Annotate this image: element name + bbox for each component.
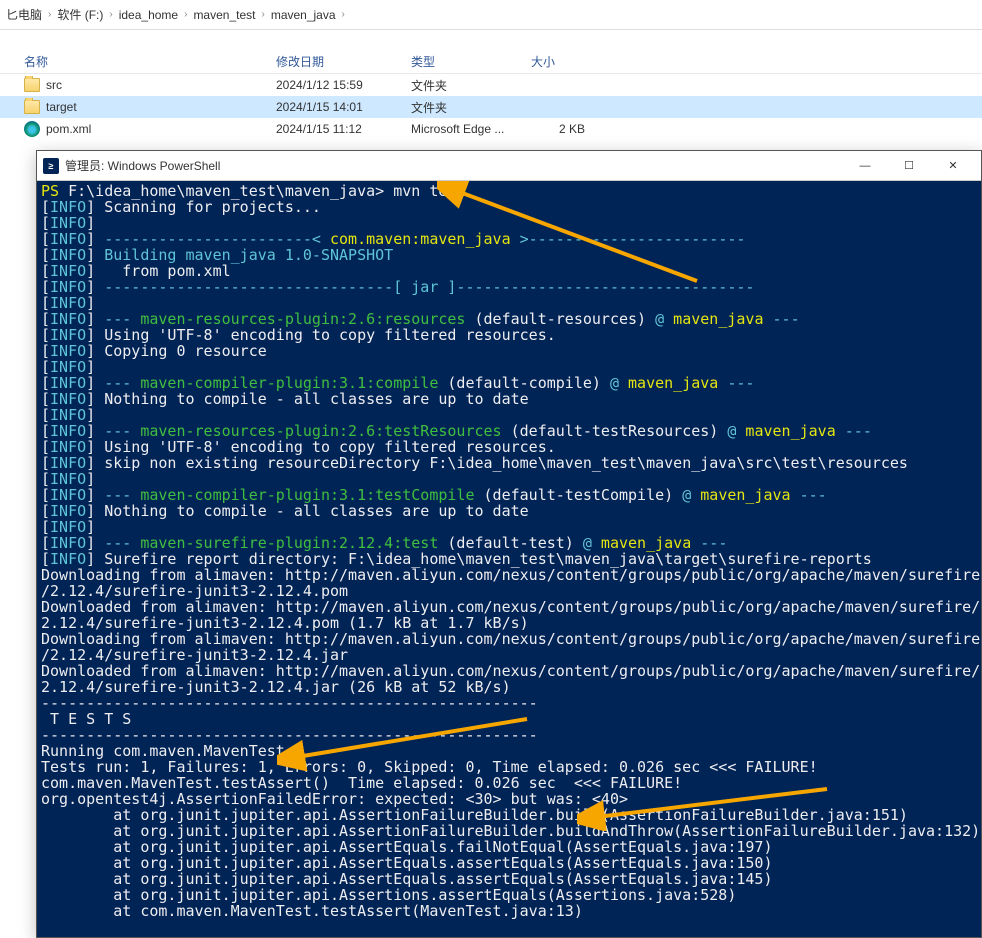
file-size (525, 83, 605, 87)
terminal-line: ----------------------------------------… (41, 727, 977, 743)
chevron-right-icon: › (182, 9, 189, 20)
file-type: 文件夹 (405, 97, 525, 118)
edge-icon (24, 121, 40, 137)
col-name[interactable]: 名称 (0, 49, 270, 74)
terminal-line: [INFO] Copying 0 resource (41, 343, 977, 359)
chevron-right-icon: › (340, 9, 347, 20)
terminal-line: [INFO] --------------------------------[… (41, 279, 977, 295)
terminal-line: [INFO] --- maven-resources-plugin:2.6:te… (41, 423, 977, 439)
terminal-line: com.maven.MavenTest.testAssert() Time el… (41, 775, 977, 791)
powershell-window: ≥ 管理员: Windows PowerShell — ☐ ✕ PS F:\id… (36, 150, 982, 938)
terminal-line: Downloading from alimaven: http://maven.… (41, 631, 977, 647)
col-size[interactable]: 大小 (525, 49, 605, 74)
terminal-line: Running com.maven.MavenTest (41, 743, 977, 759)
breadcrumb-item[interactable]: maven_test (189, 8, 259, 22)
file-type: Microsoft Edge ... (405, 120, 525, 138)
terminal-line: [INFO] Using 'UTF-8' encoding to copy fi… (41, 327, 977, 343)
terminal-line: [INFO] (41, 295, 977, 311)
terminal-line: [INFO] (41, 359, 977, 375)
terminal-line: at org.junit.jupiter.api.AssertEquals.as… (41, 855, 977, 871)
terminal-line: at org.junit.jupiter.api.AssertionFailur… (41, 823, 977, 839)
terminal-line: [INFO] -----------------------< com.mave… (41, 231, 977, 247)
terminal-line: [INFO] (41, 215, 977, 231)
col-date[interactable]: 修改日期 (270, 49, 405, 74)
terminal-line: at com.maven.MavenTest.testAssert(MavenT… (41, 903, 977, 919)
breadcrumb-item[interactable]: 匕电脑 (2, 6, 46, 23)
file-name: pom.xml (46, 122, 91, 136)
file-date: 2024/1/15 14:01 (270, 98, 405, 116)
terminal-line: /2.12.4/surefire-junit3-2.12.4.jar (41, 647, 977, 663)
minimize-button[interactable]: — (843, 152, 887, 180)
maximize-button[interactable]: ☐ (887, 152, 931, 180)
file-column-header: 名称 修改日期 类型 大小 (0, 30, 982, 74)
file-row[interactable]: target 2024/1/15 14:01文件夹 (0, 96, 982, 118)
terminal-line: ----------------------------------------… (41, 695, 977, 711)
terminal-line: at org.junit.jupiter.api.AssertionFailur… (41, 807, 977, 823)
terminal-line: [INFO] --- maven-surefire-plugin:2.12.4:… (41, 535, 977, 551)
file-size: 2 KB (525, 120, 605, 138)
chevron-right-icon: › (259, 9, 266, 20)
terminal-line: [INFO] --- maven-resources-plugin:2.6:re… (41, 311, 977, 327)
terminal-line: [INFO] Building maven_java 1.0-SNAPSHOT (41, 247, 977, 263)
breadcrumb-item[interactable]: maven_java (267, 8, 340, 22)
terminal-line: [INFO] from pom.xml (41, 263, 977, 279)
file-date: 2024/1/15 11:12 (270, 120, 405, 138)
file-list: src 2024/1/12 15:59文件夹 target 2024/1/15 14:… (0, 74, 982, 140)
terminal-line: [INFO] (41, 519, 977, 535)
terminal-line: PS F:\idea_home\maven_test\maven_java> m… (41, 183, 977, 199)
file-row[interactable]: src 2024/1/12 15:59文件夹 (0, 74, 982, 96)
terminal-line: [INFO] (41, 471, 977, 487)
file-type: 文件夹 (405, 75, 525, 96)
breadcrumb-item[interactable]: idea_home (115, 8, 182, 22)
chevron-right-icon: › (107, 9, 114, 20)
terminal-line: /2.12.4/surefire-junit3-2.12.4.pom (41, 583, 977, 599)
terminal-line: at org.junit.jupiter.api.AssertEquals.as… (41, 871, 977, 887)
terminal-line: org.opentest4j.AssertionFailedError: exp… (41, 791, 977, 807)
window-titlebar[interactable]: ≥ 管理员: Windows PowerShell — ☐ ✕ (37, 151, 981, 181)
close-button[interactable]: ✕ (931, 152, 975, 180)
file-row[interactable]: pom.xml 2024/1/15 11:12Microsoft Edge ...… (0, 118, 982, 140)
terminal-line: at org.junit.jupiter.api.AssertEquals.fa… (41, 839, 977, 855)
file-name: src (46, 78, 62, 92)
file-date: 2024/1/12 15:59 (270, 76, 405, 94)
terminal-line: [INFO] (41, 407, 977, 423)
terminal-line: [INFO] skip non existing resourceDirecto… (41, 455, 977, 471)
terminal-line: T E S T S (41, 711, 977, 727)
file-name: target (46, 100, 77, 114)
terminal-output[interactable]: PS F:\idea_home\maven_test\maven_java> m… (37, 181, 981, 937)
breadcrumb-bar: 匕电脑 › 软件 (F:) › idea_home › maven_test ›… (0, 0, 982, 30)
folder-icon (24, 100, 40, 114)
powershell-icon: ≥ (43, 158, 59, 174)
terminal-line: at org.junit.jupiter.api.Assertions.asse… (41, 887, 977, 903)
col-type[interactable]: 类型 (405, 49, 525, 74)
terminal-line: [INFO] Surefire report directory: F:\ide… (41, 551, 977, 567)
terminal-line: Tests run: 1, Failures: 1, Errors: 0, Sk… (41, 759, 977, 775)
terminal-line: Downloading from alimaven: http://maven.… (41, 567, 977, 583)
terminal-line: Downloaded from alimaven: http://maven.a… (41, 599, 977, 615)
terminal-line: [INFO] Scanning for projects... (41, 199, 977, 215)
file-size (525, 105, 605, 109)
terminal-line: [INFO] --- maven-compiler-plugin:3.1:com… (41, 375, 977, 391)
terminal-line: [INFO] --- maven-compiler-plugin:3.1:tes… (41, 487, 977, 503)
terminal-line: Downloaded from alimaven: http://maven.a… (41, 663, 977, 679)
terminal-line: [INFO] Using 'UTF-8' encoding to copy fi… (41, 439, 977, 455)
terminal-line: [INFO] Nothing to compile - all classes … (41, 391, 977, 407)
terminal-line: [INFO] Nothing to compile - all classes … (41, 503, 977, 519)
terminal-line: 2.12.4/surefire-junit3-2.12.4.jar (26 kB… (41, 679, 977, 695)
terminal-line: 2.12.4/surefire-junit3-2.12.4.pom (1.7 k… (41, 615, 977, 631)
chevron-right-icon: › (46, 9, 53, 20)
folder-icon (24, 78, 40, 92)
window-title: 管理员: Windows PowerShell (65, 157, 220, 174)
breadcrumb-item[interactable]: 软件 (F:) (53, 6, 107, 23)
